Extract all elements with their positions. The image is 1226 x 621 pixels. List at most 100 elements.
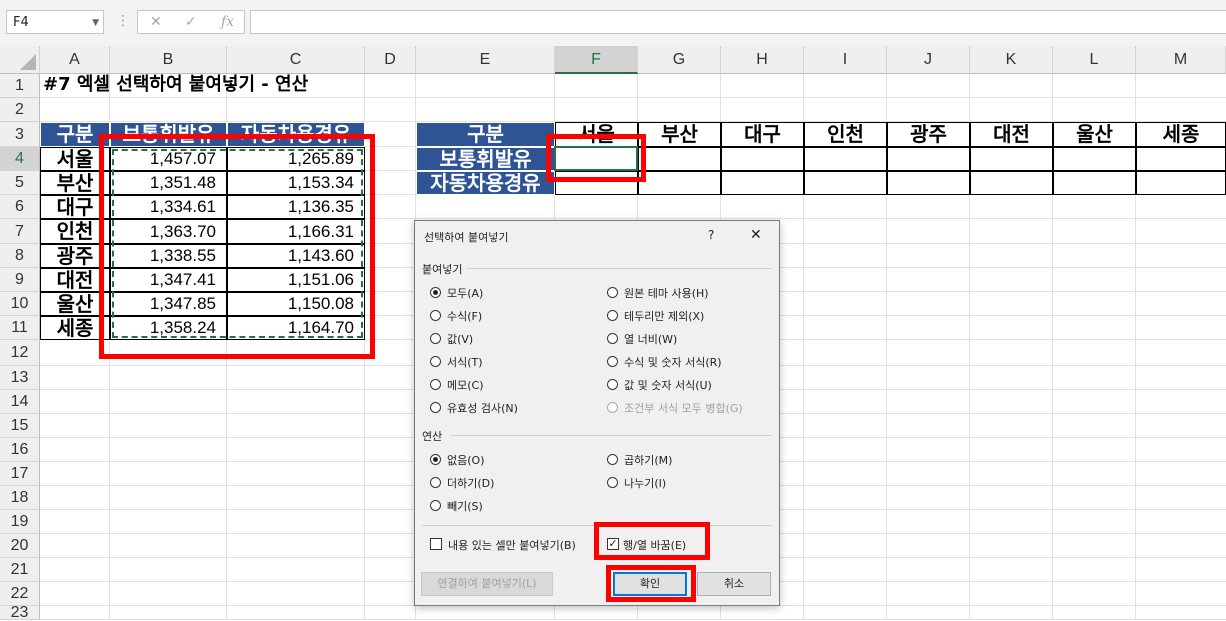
paste-option-radio[interactable]	[430, 287, 441, 298]
row-header-23[interactable]: 23	[0, 605, 40, 621]
operation-option-label[interactable]: 빼기(S)	[447, 498, 483, 514]
paste-option-label[interactable]: 값 및 숫자 서식(U)	[624, 377, 712, 393]
column-header-i[interactable]: I	[804, 46, 887, 74]
row-header-1[interactable]: 1	[0, 74, 40, 98]
paste-option-radio[interactable]	[430, 310, 441, 321]
city-header[interactable]: 인천	[804, 122, 887, 147]
paste-option-radio[interactable]	[607, 310, 618, 321]
paste-option-label[interactable]: 수식 및 숫자 서식(R)	[624, 354, 722, 370]
row-header-3[interactable]: 3	[0, 122, 40, 147]
column-header-d[interactable]: D	[365, 46, 416, 74]
help-icon[interactable]: ?	[708, 228, 714, 242]
operation-option-radio[interactable]	[430, 454, 441, 465]
column-header-c[interactable]: C	[227, 46, 365, 74]
skip-blanks-checkbox[interactable]	[430, 538, 442, 550]
row-header-5[interactable]: 5	[0, 171, 40, 195]
row-header-2[interactable]: 2	[0, 98, 40, 122]
paste-option-radio[interactable]	[430, 379, 441, 390]
paste-link-button[interactable]: 연결하여 붙여넣기(L)	[421, 572, 553, 596]
column-header-a[interactable]: A	[40, 46, 110, 74]
paste-option-label[interactable]: 테두리만 제외(X)	[624, 308, 704, 324]
row-header-18[interactable]: 18	[0, 486, 40, 510]
row-header-4[interactable]: 4	[0, 147, 40, 171]
price-cell[interactable]	[1053, 147, 1136, 171]
paste-option-radio[interactable]	[607, 356, 618, 367]
row-header-7[interactable]: 7	[0, 219, 40, 244]
paste-option-label[interactable]: 값(V)	[447, 331, 473, 347]
paste-option-radio[interactable]	[607, 287, 618, 298]
row-header-19[interactable]: 19	[0, 510, 40, 534]
row-header-14[interactable]: 14	[0, 390, 40, 414]
column-header-g[interactable]: G	[638, 46, 721, 74]
row-header-22[interactable]: 22	[0, 582, 40, 606]
price-cell[interactable]	[638, 147, 721, 171]
row-header-12[interactable]: 12	[0, 340, 40, 366]
operation-option-label[interactable]: 없음(O)	[447, 452, 484, 468]
city-header[interactable]: 대전	[970, 122, 1053, 147]
paste-option-radio[interactable]	[607, 402, 618, 413]
price-cell[interactable]	[970, 147, 1053, 171]
paste-option-label[interactable]: 모두(A)	[447, 285, 483, 301]
operation-option-label[interactable]: 더하기(D)	[447, 475, 494, 491]
operation-option-label[interactable]: 곱하기(M)	[624, 452, 672, 468]
city-header[interactable]: 울산	[1053, 122, 1136, 147]
paste-option-label[interactable]: 수식(F)	[447, 308, 482, 324]
row-header-13[interactable]: 13	[0, 366, 40, 390]
city-header[interactable]: 대구	[721, 122, 804, 147]
column-header-m[interactable]: M	[1136, 46, 1226, 74]
price-cell[interactable]	[804, 147, 887, 171]
name-box[interactable]: F4 ▼	[6, 10, 104, 34]
price-cell[interactable]	[970, 171, 1053, 195]
paste-option-radio[interactable]	[430, 402, 441, 413]
price-cell[interactable]	[1136, 147, 1226, 171]
paste-option-radio[interactable]	[607, 379, 618, 390]
select-all-corner[interactable]	[0, 46, 40, 74]
row-header-11[interactable]: 11	[0, 316, 40, 340]
column-header-k[interactable]: K	[970, 46, 1053, 74]
column-header-h[interactable]: H	[721, 46, 804, 74]
price-cell[interactable]	[887, 171, 970, 195]
row-header-6[interactable]: 6	[0, 195, 40, 219]
cancel-button[interactable]: 취소	[697, 572, 771, 596]
row-header-9[interactable]: 9	[0, 268, 40, 292]
column-header-b[interactable]: B	[110, 46, 227, 74]
paste-option-label[interactable]: 조건부 서식 모두 병합(G)	[624, 400, 743, 416]
price-cell[interactable]	[721, 147, 804, 171]
paste-option-label[interactable]: 원본 테마 사용(H)	[624, 285, 709, 301]
row-header-8[interactable]: 8	[0, 244, 40, 268]
paste-option-radio[interactable]	[430, 356, 441, 367]
operation-option-radio[interactable]	[607, 477, 618, 488]
operation-option-radio[interactable]	[430, 477, 441, 488]
price-cell[interactable]	[638, 171, 721, 195]
formula-input[interactable]	[250, 10, 1226, 34]
price-cell[interactable]	[887, 147, 970, 171]
city-header[interactable]: 세종	[1136, 122, 1226, 147]
column-header-l[interactable]: L	[1053, 46, 1136, 74]
column-header-e[interactable]: E	[416, 46, 555, 74]
price-cell[interactable]	[721, 171, 804, 195]
paste-option-label[interactable]: 유효성 검사(N)	[447, 400, 518, 416]
fuel-type-label[interactable]: 보통휘발유	[416, 147, 555, 171]
row-header-16[interactable]: 16	[0, 438, 40, 462]
price-cell[interactable]	[1053, 171, 1136, 195]
close-icon[interactable]: ✕	[750, 227, 762, 243]
operation-option-radio[interactable]	[430, 500, 441, 511]
row-header-10[interactable]: 10	[0, 292, 40, 316]
cancel-icon[interactable]: ✕	[150, 14, 162, 30]
column-header-j[interactable]: J	[887, 46, 970, 74]
function-icon[interactable]: fx	[221, 14, 234, 30]
chevron-down-icon[interactable]: ▼	[92, 11, 99, 35]
paste-option-radio[interactable]	[607, 333, 618, 344]
row-header-17[interactable]: 17	[0, 462, 40, 486]
paste-option-label[interactable]: 메모(C)	[447, 377, 484, 393]
operation-option-label[interactable]: 나누기(I)	[624, 475, 666, 491]
paste-option-label[interactable]: 열 너비(W)	[624, 331, 677, 347]
column-header-f[interactable]: F	[555, 46, 638, 74]
paste-option-label[interactable]: 서식(T)	[447, 354, 483, 370]
operation-option-radio[interactable]	[607, 454, 618, 465]
sheet-title[interactable]: #7 엑셀 선택하여 붙여넣기 - 연산	[40, 74, 555, 98]
row-header-20[interactable]: 20	[0, 534, 40, 558]
paste-option-radio[interactable]	[430, 333, 441, 344]
row-header-15[interactable]: 15	[0, 414, 40, 438]
right-table-corner[interactable]: 구분	[416, 122, 555, 147]
